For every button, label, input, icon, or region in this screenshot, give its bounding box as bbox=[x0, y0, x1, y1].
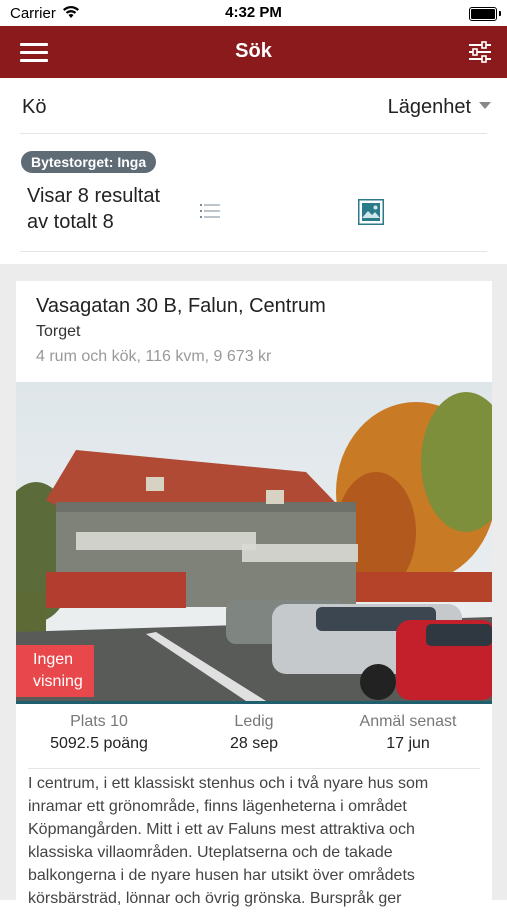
viewing-badge-line1: Ingen bbox=[33, 651, 74, 668]
apply-deadline-stat: Anmäl senast 17 jun bbox=[338, 713, 478, 753]
listing-area: Torget bbox=[36, 323, 81, 340]
page-title: Sök bbox=[235, 40, 272, 62]
results-count-line1: Visar 8 resultat bbox=[27, 185, 161, 207]
stat-value: 28 sep bbox=[229, 735, 279, 752]
photo-divider bbox=[16, 701, 492, 704]
stat-label: Plats 10 bbox=[70, 713, 128, 730]
stat-label: Anmäl senast bbox=[359, 713, 457, 730]
results-count-line2: av totalt 8 bbox=[27, 211, 114, 233]
viewing-badge: Ingen visning bbox=[16, 645, 94, 697]
queue-position-stat: Plats 10 5092.5 poäng bbox=[29, 713, 169, 753]
divider bbox=[28, 768, 480, 769]
filter-row: Kö Lägenhet bbox=[0, 78, 507, 134]
stat-value: 17 jun bbox=[386, 735, 430, 752]
battery-icon bbox=[469, 7, 497, 21]
viewing-badge-line2: visning bbox=[33, 673, 83, 690]
chevron-down-icon bbox=[479, 102, 491, 109]
results-count: Visar 8 resultat av totalt 8 bbox=[27, 183, 160, 235]
image-view-icon[interactable] bbox=[358, 199, 384, 225]
available-date-stat: Ledig 28 sep bbox=[184, 713, 324, 753]
stat-label: Ledig bbox=[234, 713, 274, 730]
listing-specs: 4 rum och kök, 116 kvm, 9 673 kr bbox=[36, 348, 272, 365]
housing-type-value: Lägenhet bbox=[387, 96, 471, 118]
listing-stats: Plats 10 5092.5 poäng Ledig 28 sep Anmäl… bbox=[16, 713, 492, 763]
listing-address: Vasagatan 30 B, Falun, Centrum bbox=[36, 295, 326, 317]
divider bbox=[20, 251, 487, 252]
sliders-filter-icon[interactable] bbox=[467, 40, 493, 64]
queue-label[interactable]: Kö bbox=[22, 96, 46, 119]
list-view-icon[interactable] bbox=[200, 203, 220, 219]
listing-card[interactable]: Vasagatan 30 B, Falun, Centrum Torget 4 … bbox=[16, 281, 492, 921]
listing-description: I centrum, i ett klassiskt stenhus och i… bbox=[28, 775, 429, 907]
divider bbox=[20, 133, 487, 134]
status-bar: Carrier 4:32 PM bbox=[0, 0, 507, 26]
clock: 4:32 PM bbox=[225, 4, 282, 21]
housing-type-select[interactable]: Lägenhet bbox=[388, 96, 491, 119]
nav-bar: Sök bbox=[0, 26, 507, 78]
status-badge: Bytestorget: Inga bbox=[21, 151, 157, 173]
stat-value: 5092.5 poäng bbox=[50, 735, 148, 752]
